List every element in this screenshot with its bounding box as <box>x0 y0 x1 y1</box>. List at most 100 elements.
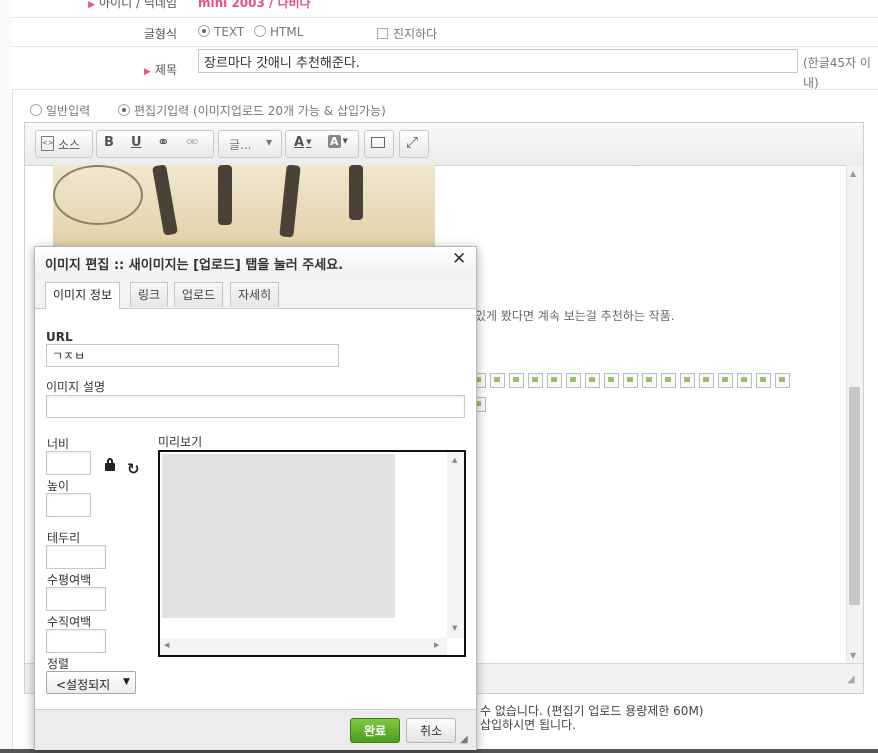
tab-upload[interactable]: 업로드 <box>174 282 224 307</box>
scroll-left-icon[interactable]: ◀ <box>164 641 169 649</box>
url-input[interactable] <box>46 344 339 367</box>
border-label: 테두리 <box>47 531 81 545</box>
text-color-button[interactable]: A ▼ <box>294 135 311 150</box>
preview-label: 미리보기 <box>158 435 203 449</box>
upload-notice-2: 삽입하시면 됩니다. <box>480 718 576 732</box>
subject-row: ▶제목 (한글45자 이내) <box>12 47 878 90</box>
link-icon[interactable]: ⚭ <box>157 133 170 151</box>
preview-hscrollbar[interactable]: ◀ ▶ <box>160 638 447 655</box>
radio-icon[interactable] <box>118 104 130 116</box>
chevron-down-icon: ▼ <box>266 138 273 147</box>
bg-color-button[interactable]: A ▼ <box>328 134 348 149</box>
image-placeholders-row-1 <box>471 373 841 391</box>
format-label: 글형식 <box>143 27 177 41</box>
maximize-button[interactable]: ⤢ <box>399 130 429 158</box>
chevron-down-icon: ▼ <box>306 138 312 146</box>
cancel-button[interactable]: 취소 <box>406 718 456 743</box>
editor-scrollbar[interactable]: ▲ ▼ <box>846 165 863 663</box>
maximize-icon: ⤢ <box>406 133 419 151</box>
radio-icon[interactable] <box>254 25 266 37</box>
hspace-label: 수평여백 <box>47 573 92 587</box>
radio-icon[interactable] <box>198 25 210 37</box>
vspace-label: 수직여백 <box>47 615 92 629</box>
scroll-down-icon[interactable]: ▼ <box>452 624 457 632</box>
scroll-up-icon[interactable]: ▲ <box>850 169 856 178</box>
checkbox-icon[interactable] <box>377 28 388 39</box>
radio-icon[interactable] <box>30 104 42 116</box>
input-simple-option[interactable]: 일반입력 <box>30 102 90 119</box>
chevron-down-icon: ▼ <box>342 137 348 145</box>
dialog-titlebar[interactable]: 이미지 편집 :: 새이미지는 [업로드] 탭을 눌러 주세요. ✕ <box>35 247 476 278</box>
format-text-option[interactable]: TEXT <box>198 25 244 39</box>
height-label: 높이 <box>47 479 70 493</box>
alt-input[interactable] <box>46 395 465 418</box>
close-icon[interactable]: ✕ <box>452 249 466 269</box>
format-serious-option[interactable]: 진지하다 <box>377 25 437 42</box>
tab-advanced[interactable]: 자세히 <box>230 282 280 307</box>
tab-image-info[interactable]: 이미지 정보 <box>45 282 121 309</box>
broken-image-icon <box>604 373 619 388</box>
broken-image-icon <box>718 373 733 388</box>
format-html-option[interactable]: HTML <box>254 25 303 39</box>
format-button-group: B U ⚭ ⚮ <box>96 130 214 158</box>
author-row: ▶ 아이디 / 닉네임 mini 2003 / 나비나 <box>12 0 878 18</box>
font-select[interactable]: 글... ▼ <box>218 130 282 158</box>
broken-image-icon <box>699 373 714 388</box>
broken-image-icon <box>737 373 752 388</box>
image-icon <box>371 137 385 148</box>
embedded-photo <box>53 165 435 247</box>
image-button[interactable] <box>364 130 394 158</box>
color-button-group: A ▼ A ▼ <box>285 130 359 158</box>
source-icon: <> <box>41 136 54 151</box>
url-label: URL <box>46 330 73 344</box>
align-select[interactable]: <설정되지 ▼ <box>46 671 136 694</box>
ok-button[interactable]: 완료 <box>350 718 400 743</box>
author-label: 아이디 / 닉네임 <box>99 0 177 10</box>
unlink-icon[interactable]: ⚮ <box>186 133 199 151</box>
lock-shackle <box>107 458 113 465</box>
scroll-thumb[interactable] <box>849 387 860 605</box>
image-edit-dialog: 이미지 편집 :: 새이미지는 [업로드] 탭을 눌러 주세요. ✕ 이미지 정… <box>34 246 477 750</box>
arrow-icon: ▶ <box>88 0 96 10</box>
resize-grip-icon[interactable]: ◢ <box>847 674 855 685</box>
subject-label: 제목 <box>154 63 177 77</box>
height-input[interactable] <box>46 493 91 517</box>
editor-toolbar: <> 소스 B U ⚭ ⚮ 글... ▼ A ▼ A ▼ ⤢ <box>25 123 863 166</box>
tab-link[interactable]: 링크 <box>130 282 169 307</box>
source-button[interactable]: <> 소스 <box>35 130 93 158</box>
preview-vscrollbar[interactable]: ▲ ▼ <box>447 452 464 638</box>
arrow-icon: ▶ <box>143 67 151 77</box>
bold-button[interactable]: B <box>104 135 114 150</box>
dialog-footer: 완료 취소 ◢ <box>35 709 476 750</box>
dialog-tabs: 이미지 정보 링크 업로드 자세히 <box>35 277 476 309</box>
vspace-input[interactable] <box>46 629 106 653</box>
width-input[interactable] <box>46 451 91 475</box>
broken-image-icon <box>528 373 543 388</box>
alt-label: 이미지 설명 <box>46 380 106 394</box>
broken-image-icon <box>642 373 657 388</box>
input-editor-option[interactable]: 편집기입력 (이미지업로드 20개 가능 & 삽입가능) <box>118 102 386 119</box>
align-label: 정렬 <box>47 657 70 671</box>
left-column <box>0 0 13 753</box>
broken-image-icon <box>509 373 524 388</box>
broken-image-icon <box>585 373 600 388</box>
broken-image-icon <box>547 373 562 388</box>
dialog-title: 이미지 편집 :: 새이미지는 [업로드] 탭을 눌러 주세요. <box>45 258 344 273</box>
editor-body-text: 있게 봤다면 계속 보는걸 추천하는 작품. <box>475 309 675 323</box>
scroll-up-icon[interactable]: ▲ <box>452 456 457 464</box>
underline-button[interactable]: U <box>131 135 142 150</box>
reset-size-icon[interactable]: ↻ <box>127 460 140 478</box>
scroll-down-icon[interactable]: ▼ <box>850 651 856 660</box>
broken-image-icon <box>756 373 771 388</box>
resize-grip-icon[interactable]: ◢ <box>460 734 468 745</box>
chevron-down-icon: ▼ <box>123 677 130 687</box>
subject-hint: (한글45자 이내) <box>803 56 871 90</box>
hspace-input[interactable] <box>46 587 106 611</box>
broken-image-icon <box>623 373 638 388</box>
border-input[interactable] <box>46 545 106 569</box>
scroll-right-icon[interactable]: ▶ <box>434 641 439 649</box>
preview-box: ▲ ▼ ◀ ▶ <box>158 450 466 657</box>
width-label: 너비 <box>47 437 70 451</box>
subject-input[interactable] <box>198 49 798 73</box>
broken-image-icon <box>661 373 676 388</box>
